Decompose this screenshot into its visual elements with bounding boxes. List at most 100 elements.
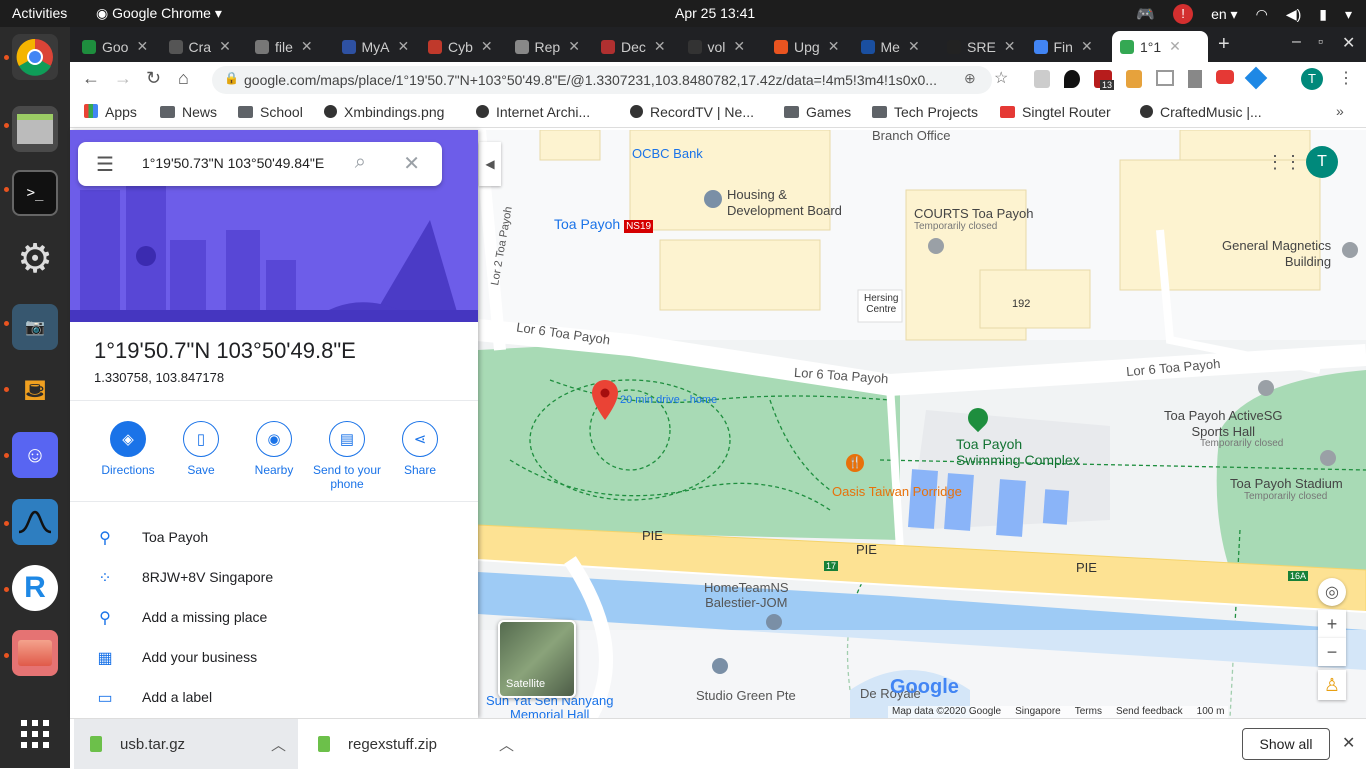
maximize-icon[interactable]: ▫	[1318, 33, 1323, 49]
label-activesg[interactable]: Toa Payoh ActiveSG Sports Hall	[1164, 408, 1283, 440]
close-tab-icon[interactable]: ✕	[654, 38, 666, 55]
battery-icon[interactable]: ▮	[1319, 6, 1327, 23]
image-viewer-dock-icon[interactable]	[12, 630, 58, 676]
info-row-plus-code[interactable]: ⁘ 8RJW+8V Singapore	[70, 558, 478, 598]
bookmark-item[interactable]: Xmbindings.png	[324, 104, 444, 120]
extension-badge-icon[interactable]: 13	[1094, 70, 1115, 90]
close-downloads-icon[interactable]: ✕	[1342, 733, 1355, 753]
screenshot-dock-icon[interactable]: 📷	[12, 304, 58, 350]
bookmark-star-icon[interactable]: ☆	[994, 68, 1008, 88]
discord-dock-icon[interactable]: ☺	[12, 432, 58, 478]
close-tab-icon[interactable]: ✕	[481, 38, 493, 55]
studio-pin-icon[interactable]	[712, 658, 728, 674]
send-to-phone-button[interactable]: ▤ Send to your phone	[307, 421, 387, 491]
address-bar[interactable]: 🔒 google.com/maps/place/1°19'50.7"N+103°…	[212, 66, 992, 94]
label-hdb[interactable]: Housing & Development Board	[727, 187, 842, 219]
terms-link[interactable]: Terms	[1075, 706, 1102, 718]
share-button[interactable]: ⋖ Share	[380, 421, 460, 477]
close-tab-icon[interactable]: ✕	[136, 38, 148, 55]
browser-tab[interactable]: Goo ✕	[74, 31, 159, 62]
browser-tab[interactable]: Cra ✕	[161, 31, 246, 62]
restaurant-pin-icon[interactable]: 🍴	[846, 454, 864, 472]
download-item[interactable]: usb.tar.gz ︿	[74, 719, 298, 769]
r-app-dock-icon[interactable]: R	[12, 565, 58, 611]
close-tab-icon[interactable]: ✕	[398, 38, 410, 55]
hometeam-pin-icon[interactable]	[766, 614, 782, 630]
general-magnetics-pin-icon[interactable]	[1342, 242, 1358, 258]
label-oasis[interactable]: Oasis Taiwan Porridge	[832, 484, 962, 499]
browser-tab[interactable]: Dec ✕	[593, 31, 678, 62]
label-studio-green[interactable]: Studio Green Pte	[696, 688, 796, 703]
bookmark-item[interactable]: Apps	[84, 104, 137, 120]
extension-cube-icon[interactable]	[1244, 66, 1268, 90]
browser-tab[interactable]: Fin ✕	[1026, 31, 1111, 62]
label-drive-time[interactable]: 20 min drive - home	[620, 394, 717, 406]
chrome-menu-icon[interactable]: ⋮	[1338, 68, 1354, 88]
bookmark-item[interactable]: RecordTV | Ne...	[630, 104, 754, 120]
collapse-panel-button[interactable]: ◀	[479, 142, 501, 186]
browser-tab[interactable]: Upg ✕	[766, 31, 851, 62]
bookmark-item[interactable]: School	[238, 104, 303, 120]
bookmark-item[interactable]: Games	[784, 104, 851, 120]
label-courts[interactable]: COURTS Toa Payoh	[914, 206, 1033, 221]
extension-box-icon[interactable]	[1156, 70, 1174, 86]
close-tab-icon[interactable]: ✕	[828, 38, 840, 55]
clear-search-icon[interactable]: ✕	[403, 151, 420, 176]
home-icon[interactable]: ⌂	[178, 68, 189, 89]
extension-shield-icon[interactable]	[1034, 70, 1050, 88]
street-view-pegman-icon[interactable]: ♙	[1318, 670, 1346, 700]
forward-icon[interactable]: →	[114, 68, 132, 89]
wifi-icon[interactable]: ◠	[1256, 6, 1268, 23]
search-box[interactable]: ☰ 1°19'50.73"N 103°50'49.84"E ⌕ ✕	[78, 142, 442, 186]
satellite-toggle[interactable]: Satellite	[498, 620, 576, 698]
save-button[interactable]: ▯ Save	[161, 421, 241, 477]
volume-icon[interactable]: ◀)	[1286, 6, 1301, 23]
account-avatar[interactable]: T	[1306, 146, 1338, 178]
install-icon[interactable]: ⊕	[964, 70, 976, 87]
close-tab-icon[interactable]: ✕	[301, 38, 313, 55]
profile-avatar[interactable]: T	[1301, 68, 1323, 90]
hamburger-menu-icon[interactable]: ☰	[96, 152, 114, 177]
browser-tab[interactable]: MyA ✕	[334, 31, 419, 62]
add-label-row[interactable]: ▭ Add a label	[70, 678, 478, 718]
show-apps-icon[interactable]	[12, 711, 58, 757]
browser-tab[interactable]: file ✕	[247, 31, 332, 62]
stadium-pin-icon[interactable]	[1320, 450, 1336, 466]
close-tab-icon[interactable]: ✕	[219, 38, 231, 55]
discord-tray-icon[interactable]: 🎮	[1136, 5, 1155, 23]
close-window-icon[interactable]: ✕	[1342, 33, 1355, 53]
close-tab-icon[interactable]: ✕	[733, 38, 745, 55]
chrome-dock-icon[interactable]	[12, 34, 58, 80]
terminal-dock-icon[interactable]: >_	[12, 170, 58, 216]
search-icon[interactable]: ⌕	[355, 151, 366, 174]
close-tab-icon[interactable]: ✕	[1169, 38, 1181, 55]
clock[interactable]: Apr 25 13:41	[675, 5, 755, 21]
close-tab-icon[interactable]: ✕	[568, 38, 580, 55]
files-dock-icon[interactable]	[12, 106, 58, 152]
power-menu-icon[interactable]: ▾	[1345, 6, 1352, 23]
chevron-up-icon[interactable]: ︿	[271, 734, 286, 755]
browser-tab[interactable]: vol ✕	[680, 31, 765, 62]
nearby-button[interactable]: ◉ Nearby	[234, 421, 314, 477]
extension-bars-icon[interactable]	[1188, 70, 1202, 88]
label-hersing-centre[interactable]: Hersing Centre	[864, 293, 898, 315]
close-tab-icon[interactable]: ✕	[1004, 38, 1016, 55]
label-swimming-complex[interactable]: Toa Payoh Swimming Complex	[956, 436, 1080, 468]
app-menu[interactable]: ◉ Google Chrome ▾	[96, 5, 222, 22]
scale-bar[interactable]: 100 m	[1197, 706, 1225, 718]
extension-youtube-icon[interactable]	[1216, 70, 1234, 84]
system-tray[interactable]: 🎮 ! en ▾ ◠ ◀) ▮ ▾	[1136, 4, 1352, 24]
browser-tab[interactable]: SRE ✕	[939, 31, 1024, 62]
activities-button[interactable]: Activities	[12, 5, 67, 21]
label-toa-payoh-mrt[interactable]: Toa Payoh NS19	[554, 216, 654, 233]
browser-tab[interactable]: Cyb ✕	[420, 31, 505, 62]
bookmark-item[interactable]: Tech Projects	[872, 104, 978, 120]
label-stadium[interactable]: Toa Payoh Stadium	[1230, 476, 1343, 491]
label-hometeam[interactable]: HomeTeamNS Balestier-JOM	[704, 580, 789, 610]
chevron-up-icon[interactable]: ︿	[499, 734, 514, 755]
teapot-dock-icon[interactable]: ⛾	[12, 370, 58, 416]
send-feedback-link[interactable]: Send feedback	[1116, 706, 1183, 718]
bookmark-item[interactable]: News	[160, 104, 217, 120]
add-business-row[interactable]: ▦ Add your business	[70, 638, 478, 678]
browser-tab[interactable]: 1°1 ✕	[1112, 31, 1208, 62]
